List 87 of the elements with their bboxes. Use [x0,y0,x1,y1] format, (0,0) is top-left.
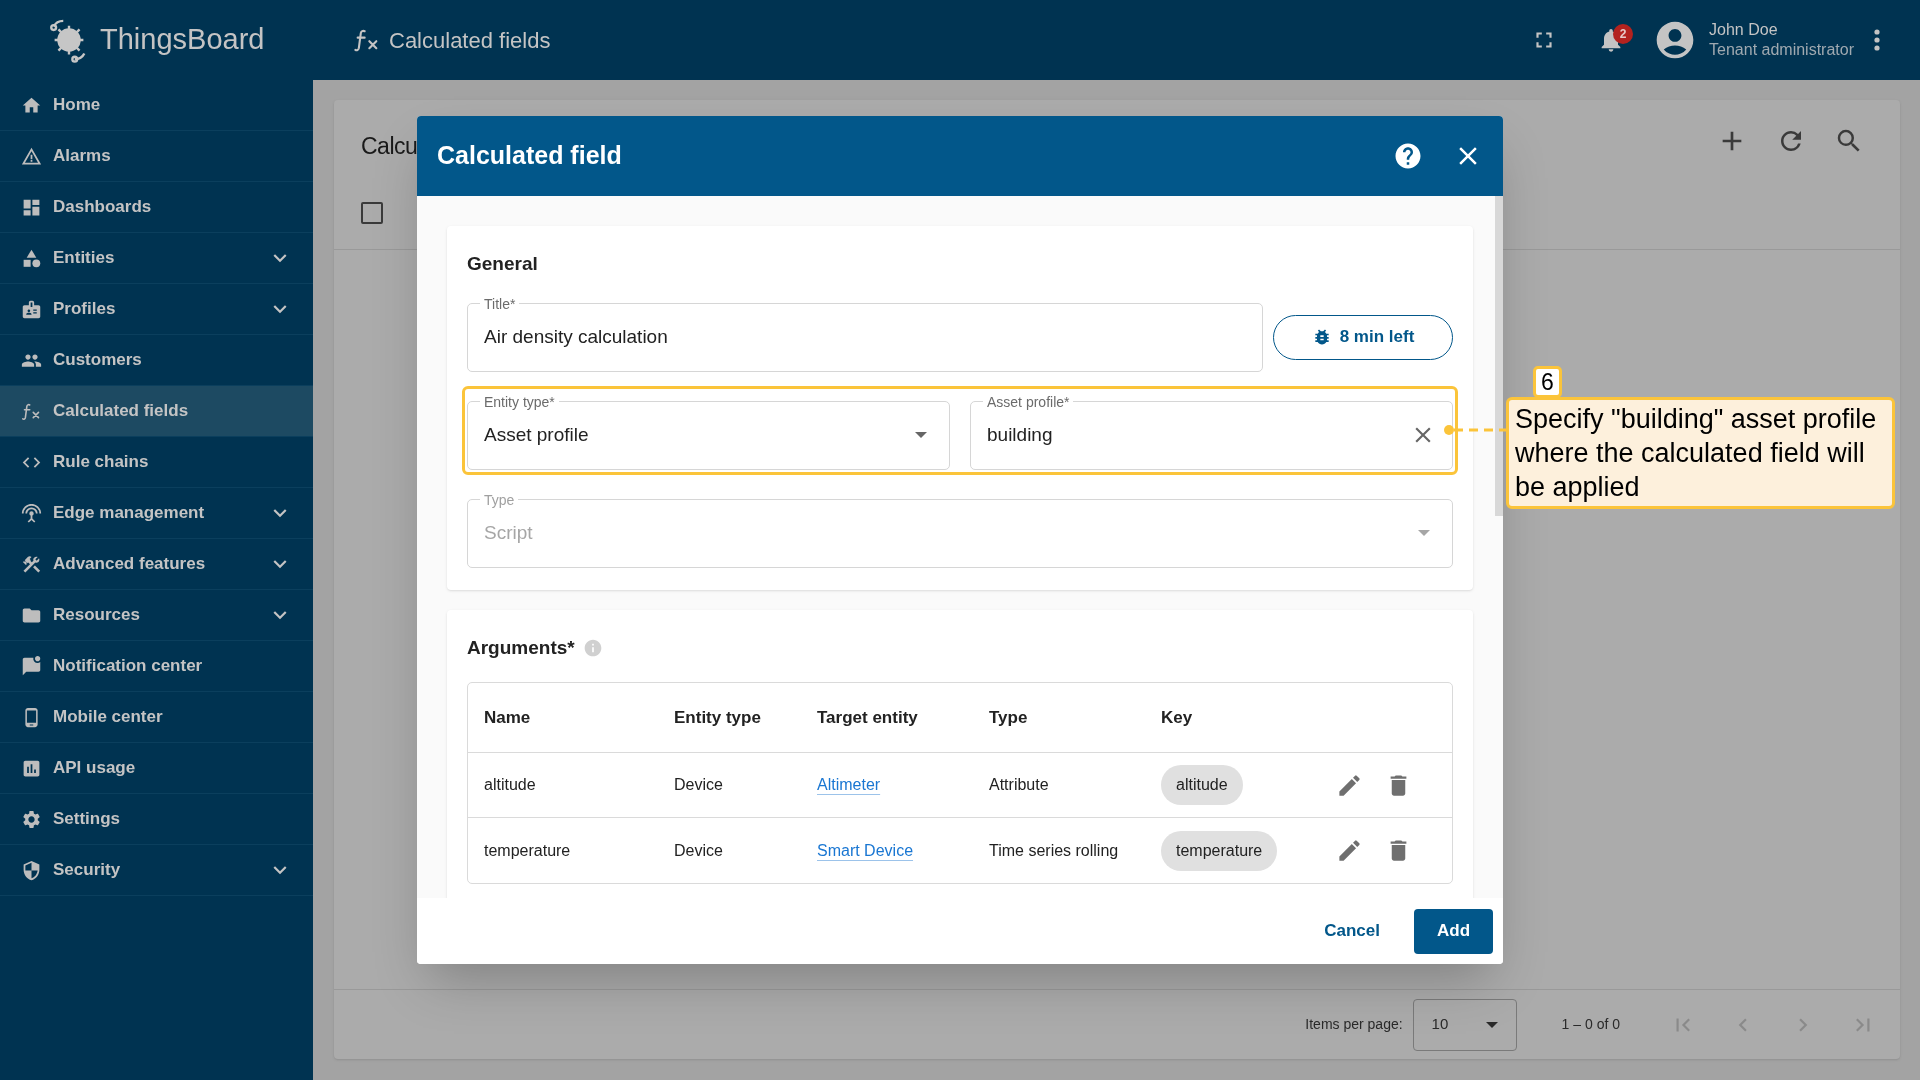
sidebar-item[interactable]: Entities [0,233,313,284]
sidebar-label: Home [53,94,101,117]
tools-icon [21,553,42,575]
key-chip: temperature [1161,830,1278,871]
table-cell-text: Time series rolling [989,840,1120,861]
dropdown-arrow-icon [915,432,927,438]
title-field[interactable]: Air density calculation [484,322,668,352]
table-cell-text: Device [674,775,724,795]
help-icon [1393,141,1423,171]
cancel-button[interactable]: Cancel [1312,909,1392,953]
sidebar-label: Advanced features [53,553,206,576]
field-label: Title* [480,295,520,312]
info-icon [582,637,603,658]
sidebar-label: Resources [53,604,140,627]
sidebar-item[interactable]: Advanced features [0,539,313,590]
select-all-checkbox[interactable] [361,202,383,224]
column-header: Name [484,706,532,729]
step-number: 6 [1533,366,1562,398]
page-size-select[interactable]: 10 [1412,998,1517,1051]
callout-text: Specify "building" asset profile where the calculated field will be applied [1515,403,1878,504]
sidebar-item[interactable]: Mobile center [0,692,313,743]
sidebar-item[interactable]: Security [0,845,313,896]
sidebar-item[interactable]: Notification center [0,641,313,692]
entity-link[interactable]: Smart Device [817,841,914,859]
sidebar-item[interactable]: Home [0,80,313,131]
section-heading: General [467,252,539,276]
sidebar-item[interactable]: Settings [0,794,313,845]
chat-icon [21,655,42,677]
sidebar-label: Dashboards [53,196,152,219]
field-label: Asset profile* [983,393,1074,410]
notification-badge: 2 [1613,24,1634,44]
sidebar-label: Security [53,859,121,882]
sidebar-label: Entities [53,247,115,270]
more-button[interactable] [1874,29,1880,51]
table-cell-text: altitude [484,775,537,795]
badge-icon [21,298,42,320]
sidebar-label: Notification center [53,655,203,678]
column-header: Entity type [674,706,762,729]
entity-link[interactable]: Altimeter [817,776,881,793]
user-role: Tenant administrator [1709,40,1854,60]
shield-icon [21,859,42,881]
add-button[interactable]: Add [1414,908,1493,954]
warning-icon [21,145,42,167]
sidebar-item[interactable]: Rule chains [0,437,313,488]
sidebar-item[interactable]: Dashboards [0,182,313,233]
dropdown-arrow-icon [1418,530,1430,536]
antenna-icon [21,502,42,524]
sidebar-label: Profiles [53,298,116,321]
table-cell-text: Attribute [989,775,1050,795]
page-range: 1 – 0 of 0 [1561,1015,1620,1034]
column-header: Key [1161,706,1194,729]
help-button[interactable] [1393,141,1423,171]
shapes-icon [21,247,42,269]
page-heading: Calcu [361,131,418,161]
sidebar-label: Customers [53,349,142,372]
notifications-button[interactable]: 2 [1589,18,1634,62]
user-name: John Doe [1709,20,1779,40]
sidebar-item[interactable]: Calculated fields [0,386,313,437]
column-header: Type [989,706,1029,729]
table-cell-text: Device [674,840,724,861]
table-cell-text: temperature [484,840,572,861]
sidebar-label: Edge management [53,502,205,525]
dropdown-arrow-icon [1485,1021,1498,1028]
sidebar-item[interactable]: API usage [0,743,313,794]
sidebar-item[interactable]: Alarms [0,131,313,182]
page-title: Calculated fields [389,26,551,55]
sidebar-label: Settings [53,808,121,831]
items-per-page-label: Items per page: [1305,1015,1403,1034]
sidebar-label: Mobile center [53,706,163,729]
asset-profile-field[interactable]: building [987,420,1053,450]
entity-type-select[interactable]: Asset profile [484,420,589,450]
sidebar-label: Rule chains [53,451,149,474]
sidebar-label: Calculated fields [53,400,189,423]
field-label: Entity type* [480,393,559,410]
section-heading: Arguments* [467,635,575,660]
sidebar-item[interactable]: Edge management [0,488,313,539]
logo-text: ThingsBoard [100,22,265,58]
sidebar-label: Alarms [53,145,111,168]
settings-icon [21,808,42,830]
more-icon [1874,29,1880,51]
column-header: Target entity [817,706,919,729]
dialog-title: Calculated field [437,140,622,172]
sidebar-item[interactable]: Resources [0,590,313,641]
key-chip: altitude [1161,765,1243,805]
sidebar-label: API usage [53,757,136,780]
sidebar-item[interactable]: Profiles [0,284,313,335]
scrollbar[interactable] [1495,196,1503,516]
